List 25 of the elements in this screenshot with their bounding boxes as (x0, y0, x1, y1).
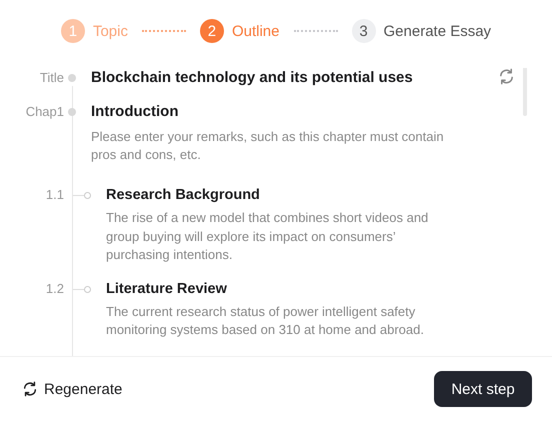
timeline-branch (73, 286, 91, 292)
chapter-heading: Introduction (91, 102, 180, 122)
step-number: 1 (60, 19, 85, 43)
refresh-icon (22, 381, 38, 397)
timeline-branch (73, 192, 91, 199)
row-label: 1.1 (44, 186, 64, 204)
dotted-connector (294, 30, 338, 32)
next-step-button[interactable]: Next step (434, 371, 532, 407)
row-label: Title (38, 69, 64, 87)
step-number: 3 (352, 19, 376, 43)
section-summary: The current research status of power intelligent safety monitoring systems based on 310 at home and abroad. (106, 302, 425, 339)
essay-title: Blockchain technology and its potential uses (91, 68, 413, 88)
section-summary: The rise of a new model that combines short videos and group buying will explore its impact on consumers’ purchasing intentions. (106, 209, 430, 264)
row-label: Chap1 (24, 103, 64, 121)
row-label: 1.2 (44, 280, 64, 298)
remarks-field[interactable]: Please enter your remarks, such as this chapter must contain pros and cons, etc. (91, 128, 471, 166)
dotted-connector (142, 30, 186, 32)
timeline-dot (68, 74, 76, 82)
section-heading: Research Background (106, 186, 261, 205)
step-number: 2 (200, 19, 224, 43)
section-heading: Literature Review (106, 280, 228, 298)
regenerate-button[interactable]: Regenerate (22, 380, 122, 398)
refresh-icon[interactable] (498, 68, 515, 85)
timeline-dot (68, 108, 76, 116)
step-label[interactable]: Generate Essay (384, 22, 492, 40)
